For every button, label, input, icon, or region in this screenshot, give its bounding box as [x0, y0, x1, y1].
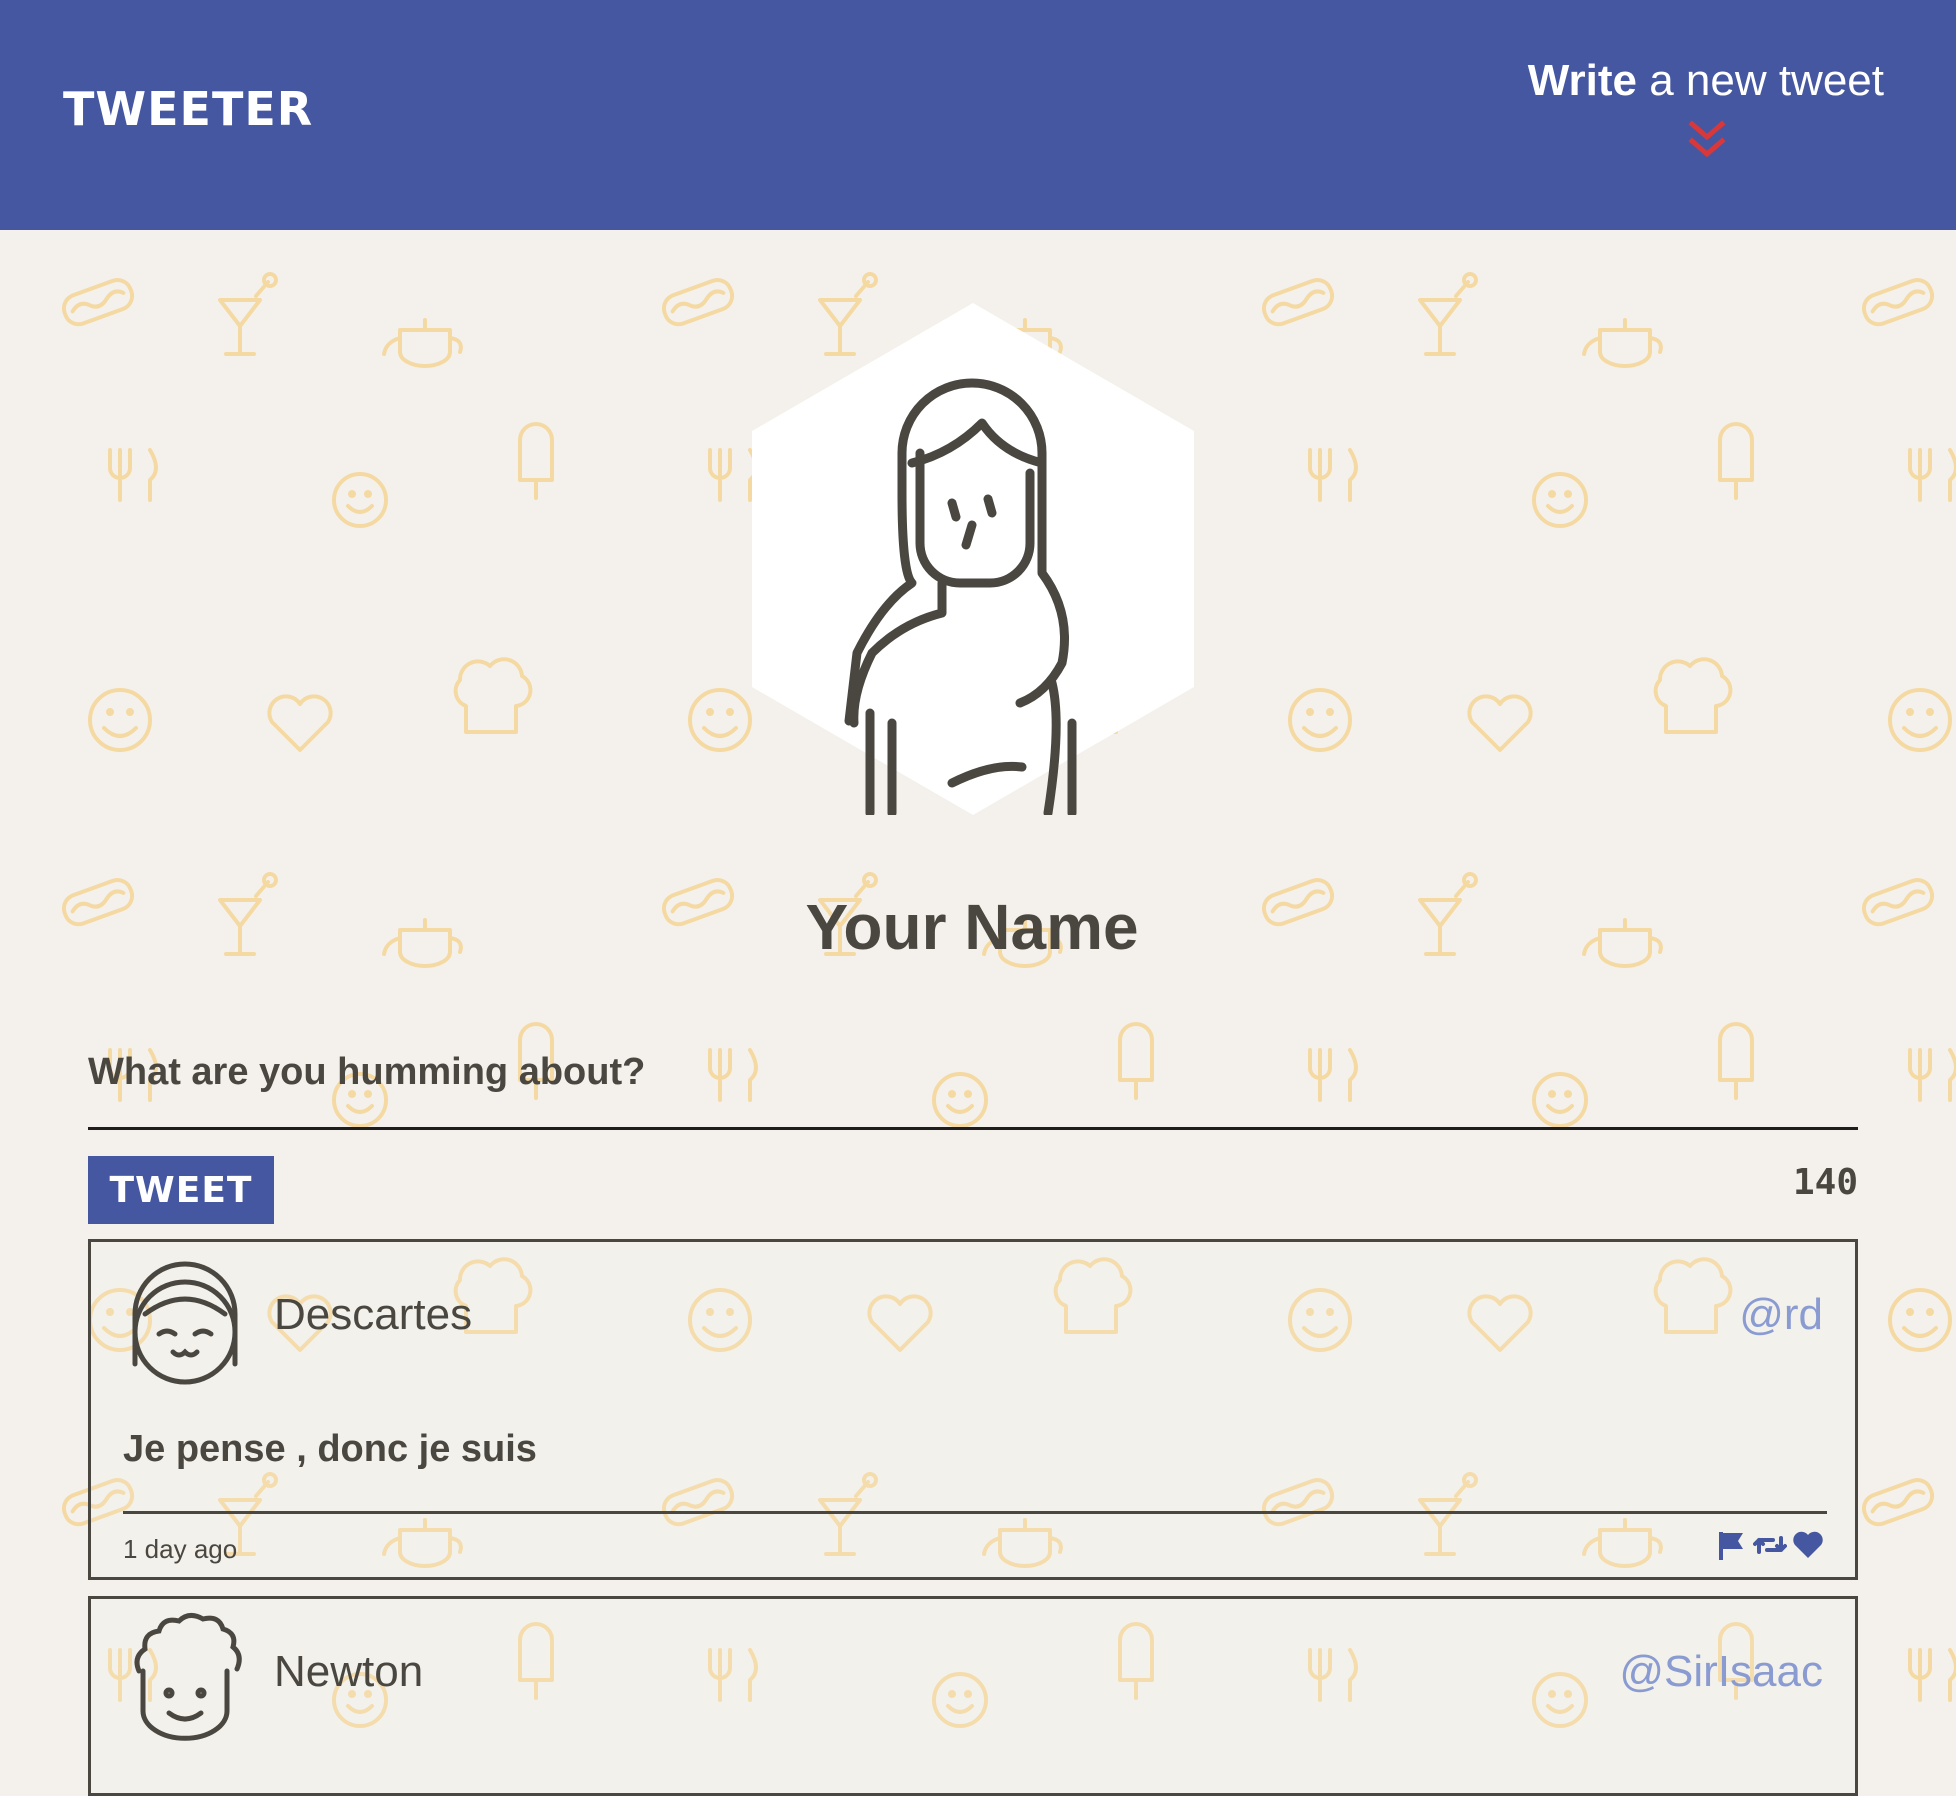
tweet-author-name: Descartes [274, 1290, 473, 1339]
write-tweet-label-rest: a new tweet [1636, 56, 1884, 105]
retweet-icon[interactable] [1753, 1528, 1787, 1562]
heart-icon[interactable] [1791, 1528, 1825, 1562]
woman-avatar-icon [752, 303, 1194, 818]
tweet-actions [1715, 1528, 1825, 1562]
char-counter: 140 [1792, 1162, 1858, 1203]
write-tweet-toggle[interactable]: Write a new tweet [1504, 56, 1884, 166]
tweet-timestamp: 1 day ago [123, 1534, 238, 1564]
tweet-author-name: Newton [274, 1647, 424, 1696]
profile-name: Your Name [805, 891, 1139, 963]
flag-icon[interactable] [1715, 1528, 1749, 1562]
tweet-input[interactable] [88, 1030, 1858, 1130]
profile-avatar [752, 303, 1194, 818]
curly-hair-man-avatar-icon [134, 1613, 242, 1741]
tweet-author-handle[interactable]: @SirIsaac [1619, 1647, 1823, 1697]
tweet-card: Descartes @rd Je pense , donc je suis 1 … [88, 1239, 1858, 1580]
tweet-author-handle[interactable]: @rd [1739, 1290, 1823, 1340]
tweet-submit-button[interactable]: TWEET [88, 1156, 274, 1224]
write-tweet-label-bold: Write [1527, 56, 1637, 105]
smiling-girl-avatar-icon [132, 1261, 238, 1385]
tweet-text: Je pense , donc je suis [123, 1428, 1827, 1514]
tweet-card: Newton @SirIsaac [88, 1596, 1858, 1796]
double-chevron-down-icon[interactable] [1687, 119, 1727, 161]
write-tweet-label: Write a new tweet [1504, 56, 1884, 106]
top-nav: TWEETER Write a new tweet [0, 0, 1956, 230]
brand-logo[interactable]: TWEETER [63, 82, 313, 136]
tweet-composer: TWEET 140 [88, 1030, 1858, 1224]
